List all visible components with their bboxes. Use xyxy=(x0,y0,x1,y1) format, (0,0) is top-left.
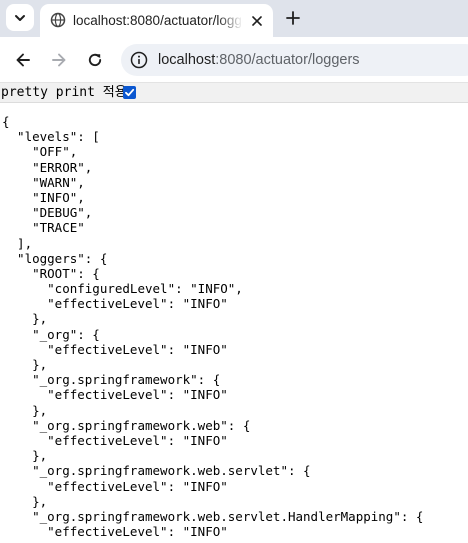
url-path: :8080/actuator/loggers xyxy=(215,52,360,68)
json-line: "_org": { xyxy=(2,326,100,342)
arrow-left-icon xyxy=(16,53,30,67)
arrow-right-icon xyxy=(52,53,66,67)
pretty-print-label: pretty print 적용 xyxy=(1,85,127,100)
json-line: "levels": [ xyxy=(2,129,100,145)
json-line: { xyxy=(2,114,10,129)
json-line: "WARN", xyxy=(2,174,85,190)
json-line: "_org.springframework": { xyxy=(2,372,221,388)
json-line: "loggers": { xyxy=(2,250,108,266)
tab-strip: localhost:8080/actuator/loggers xyxy=(0,0,468,37)
json-line: }, xyxy=(2,357,48,372)
new-tab-button[interactable] xyxy=(283,8,303,28)
json-line: "ROOT": { xyxy=(2,265,100,281)
json-line: "effectiveLevel": "INFO" xyxy=(2,341,228,357)
json-line: }, xyxy=(2,311,48,327)
json-line: "ERROR", xyxy=(2,159,93,175)
site-info-icon[interactable] xyxy=(130,51,148,69)
json-line: "configuredLevel": "INFO", xyxy=(2,281,243,297)
browser-toolbar: localhost:8080/actuator/loggers xyxy=(0,37,468,83)
json-line: "effectiveLevel": "INFO" xyxy=(2,478,228,494)
json-line: "DEBUG", xyxy=(2,205,93,221)
json-line: "INFO", xyxy=(2,189,85,205)
json-line: ], xyxy=(2,235,33,251)
url-host: localhost xyxy=(158,52,216,68)
json-line: "OFF", xyxy=(2,144,78,160)
json-line: "effectiveLevel": "INFO" xyxy=(2,524,228,540)
address-bar[interactable]: localhost:8080/actuator/loggers xyxy=(121,44,468,76)
checkmark-icon xyxy=(125,88,135,97)
json-line: }, xyxy=(2,448,48,464)
json-line: "_org.springframework.web": { xyxy=(2,417,251,433)
json-line: "effectiveLevel": "INFO" xyxy=(2,432,228,448)
globe-icon xyxy=(50,12,66,28)
json-line: "effectiveLevel": "INFO" xyxy=(2,296,228,312)
pretty-print-bar: pretty print 적용 xyxy=(0,83,468,103)
json-line: "TRACE" xyxy=(2,220,85,236)
json-line: "_org.springframework.web.servlet": { xyxy=(2,463,311,479)
tab-close-button[interactable] xyxy=(249,13,265,29)
url-text[interactable]: localhost:8080/actuator/loggers xyxy=(158,51,360,69)
chevron-down-icon xyxy=(15,14,25,21)
reload-button[interactable] xyxy=(84,49,106,71)
json-line: }, xyxy=(2,402,48,418)
active-tab[interactable]: localhost:8080/actuator/loggers xyxy=(40,4,273,37)
forward-button[interactable] xyxy=(48,49,70,71)
json-content: { "levels": [ "OFF", "ERROR", "WARN", "I… xyxy=(2,114,423,539)
pretty-print-checkbox[interactable] xyxy=(123,86,136,99)
tab-search-button[interactable] xyxy=(6,4,34,31)
reload-icon xyxy=(88,53,102,67)
json-line: "_org.springframework.web.servlet.Handle… xyxy=(2,508,424,524)
close-icon xyxy=(252,16,262,26)
json-line: }, xyxy=(2,493,48,509)
json-line: "effectiveLevel": "INFO" xyxy=(2,387,228,403)
back-button[interactable] xyxy=(12,49,34,71)
plus-icon xyxy=(286,11,300,25)
tab-title: localhost:8080/actuator/loggers xyxy=(73,13,243,28)
